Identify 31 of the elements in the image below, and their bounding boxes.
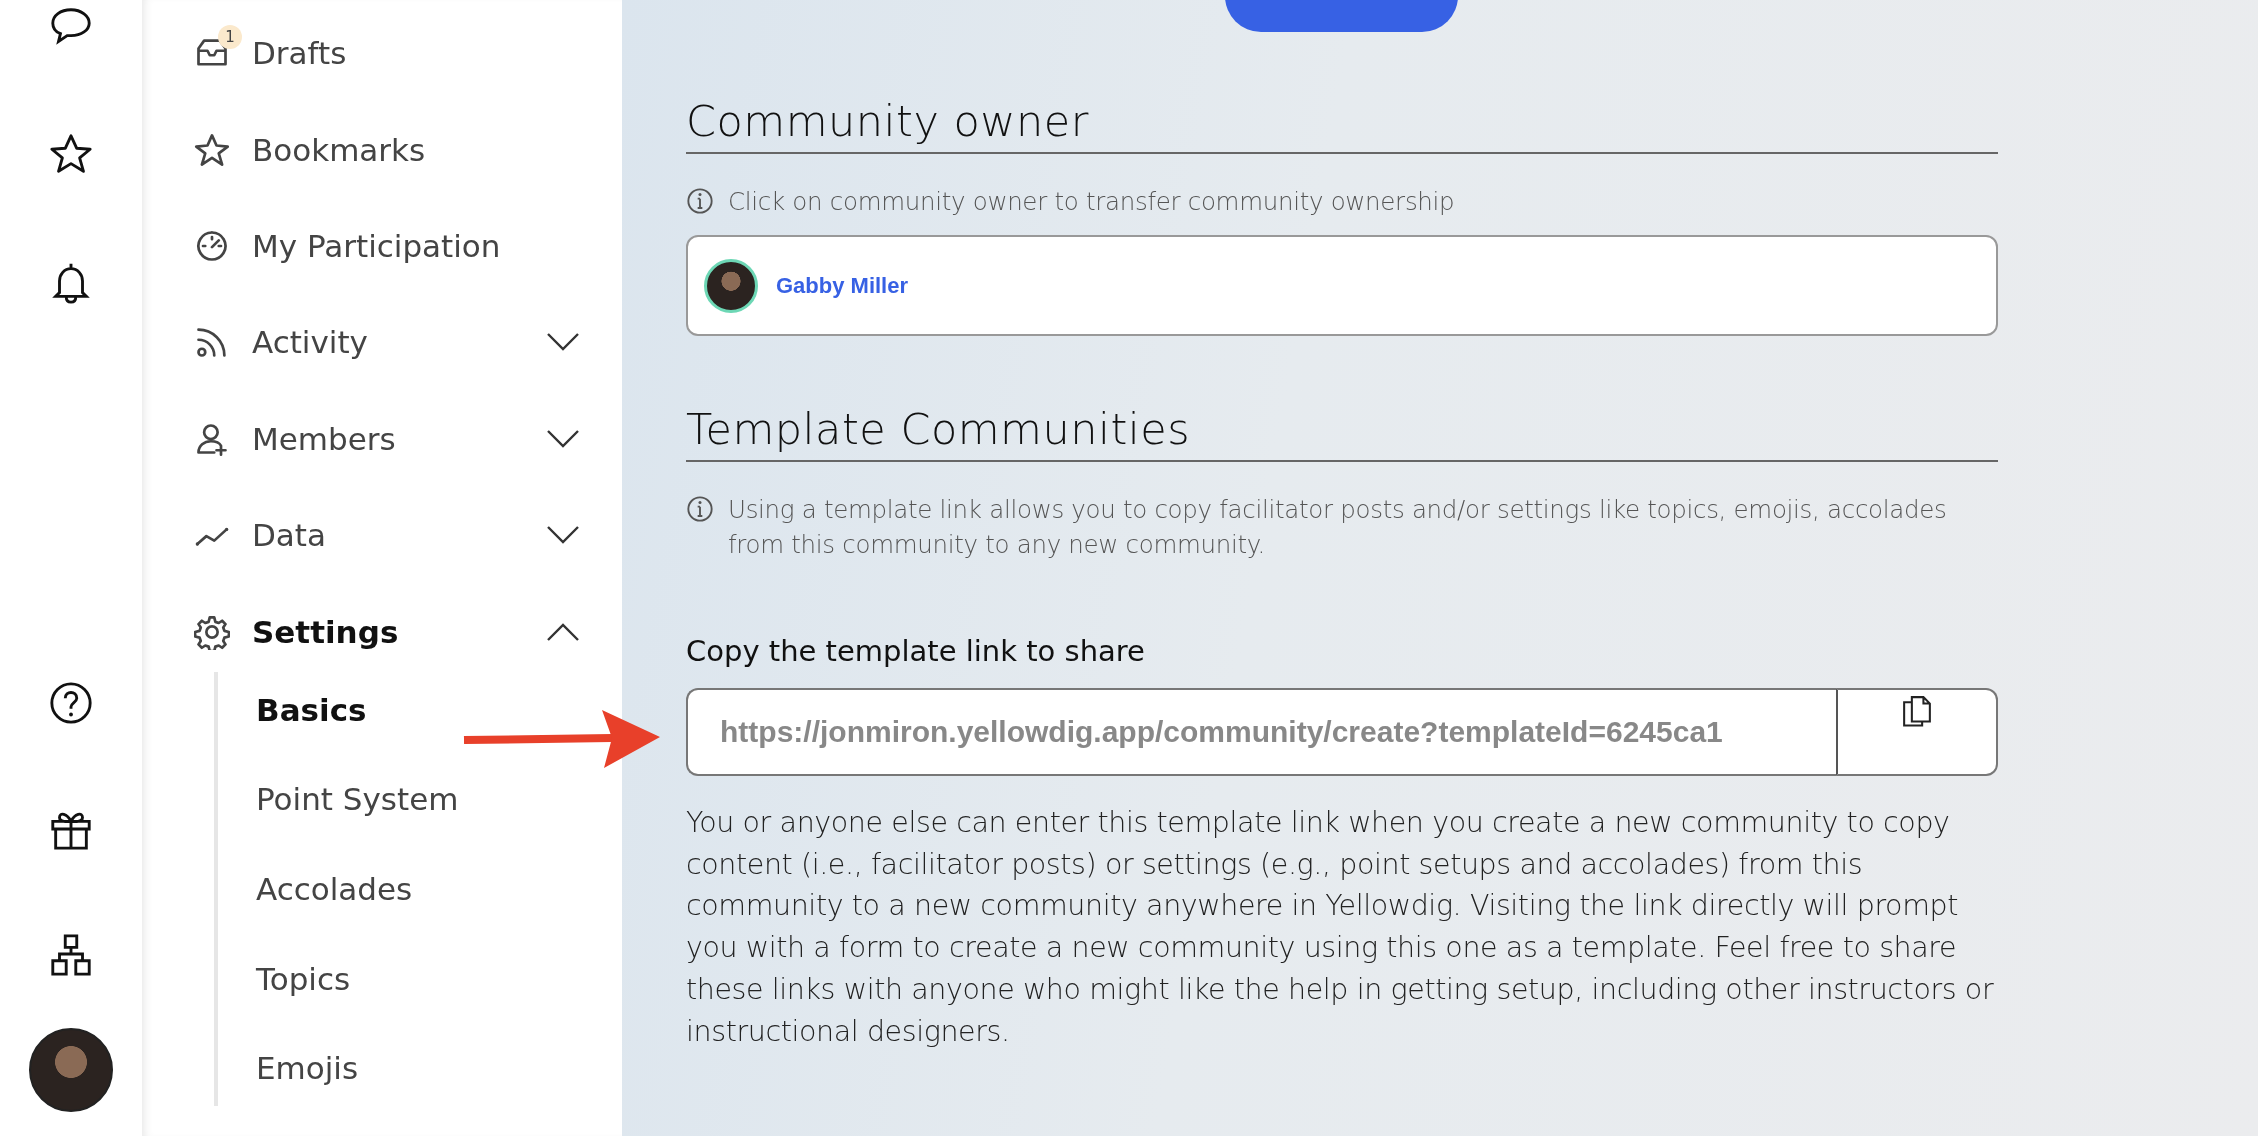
nav-subitem[interactable]: Point System: [256, 761, 459, 838]
owner-avatar: [704, 258, 758, 313]
nav-item[interactable]: Drafts: [252, 35, 622, 72]
nav-item[interactable]: My Participation: [252, 227, 622, 264]
chevron-down-icon[interactable]: [546, 332, 580, 353]
section-heading: Community owner: [686, 96, 1998, 154]
chevron-up-icon[interactable]: [546, 621, 580, 642]
nav-subitem[interactable]: Emojis: [256, 1030, 359, 1107]
info-text: Click on community owner to transfer community ownership: [728, 186, 1455, 218]
chevron-down-icon[interactable]: [546, 525, 580, 546]
nav-item[interactable]: Data: [252, 517, 546, 554]
nav-item[interactable]: Bookmarks: [252, 131, 622, 168]
info-text: Using a template link allows you to copy facilitator posts and/or settings like topics, emojis, accolades from this community to any new community.: [728, 494, 1948, 561]
owner-card[interactable]: Gabby Miller: [686, 235, 1998, 336]
description-text: You or anyone else can enter this template link when you create a new community to copy content (i.e., facilitator posts) or settings (e.g., point setups and accolades) from this community to a new community anywhere in Yellowdig. Visiting the link directly will prompt you with a form to create a new community using this one as a template. Feel free to share these links with anyone who might like the help in getting setup, including other instructors or instructional designers.: [686, 805, 1995, 1050]
nav-item[interactable]: Members: [252, 420, 546, 457]
info-icon: [686, 187, 714, 215]
nav-subitem[interactable]: Basics: [256, 671, 367, 748]
info-icon: [686, 495, 714, 523]
chevron-down-icon[interactable]: [546, 428, 580, 449]
nav-subitem[interactable]: Accolades: [256, 851, 413, 928]
star-icon: [194, 131, 230, 168]
section-heading: Template Communities: [686, 404, 1998, 462]
link-field[interactable]: https://jonmiron.yellowdig.app/community/create?templateId=6245ca1: [686, 688, 1836, 776]
settings-icon: [194, 613, 230, 650]
count-badge: 1: [218, 25, 242, 50]
copy-button[interactable]: [1836, 688, 1998, 776]
nav-subitem[interactable]: Topics: [256, 940, 351, 1017]
nav-item[interactable]: Activity: [252, 324, 546, 361]
nav-item[interactable]: Settings: [252, 613, 546, 650]
field-label: Copy the template link to share: [686, 634, 1146, 668]
